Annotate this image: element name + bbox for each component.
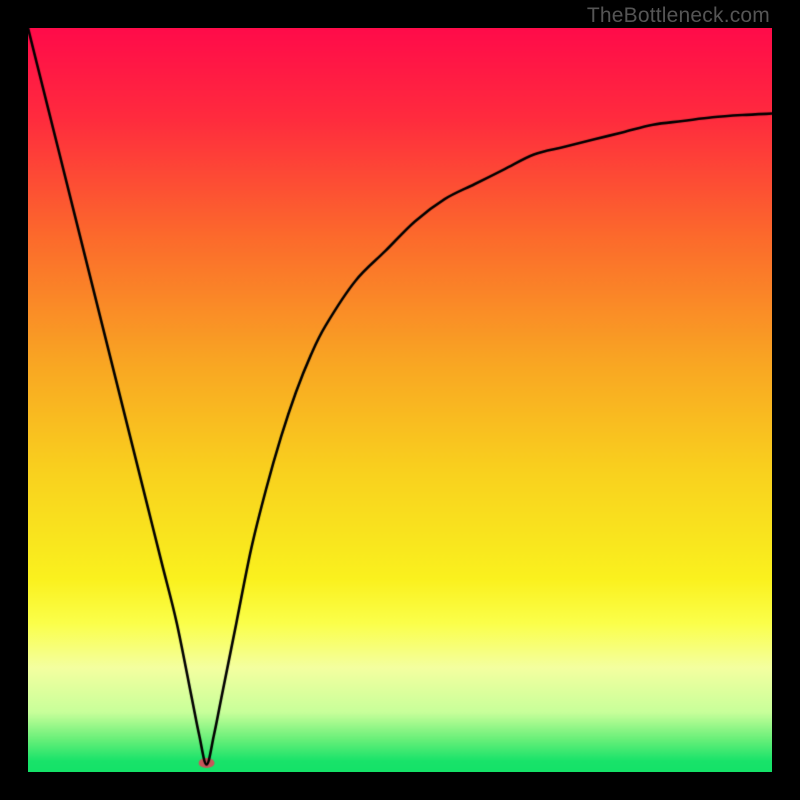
watermark: TheBottleneck.com <box>587 4 770 28</box>
plot-area <box>28 28 772 772</box>
chart-canvas <box>28 28 772 772</box>
chart-frame: TheBottleneck.com <box>0 0 800 800</box>
